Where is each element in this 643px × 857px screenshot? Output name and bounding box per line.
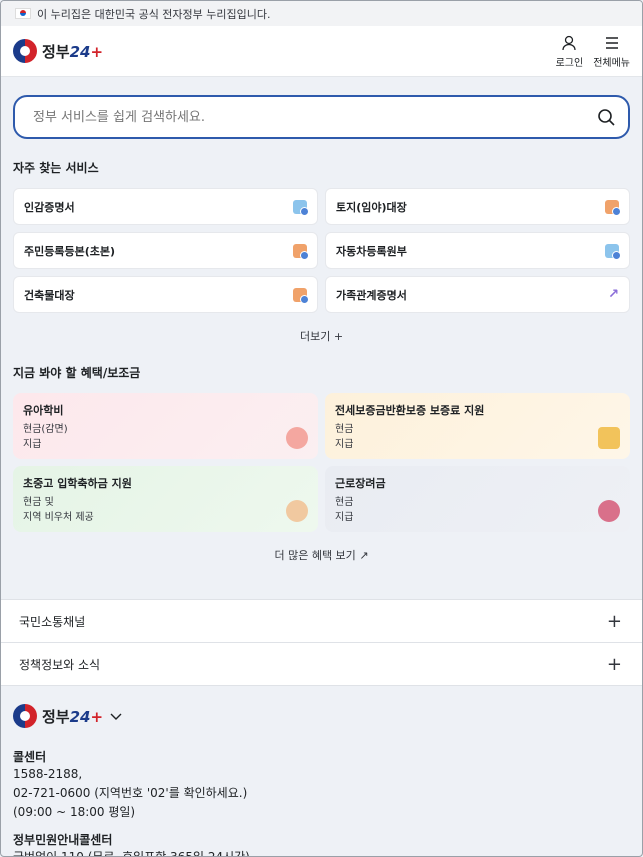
benefit-title: 전세보증금반환보증 보증료 지원 [335,404,485,417]
all-menu-button[interactable]: 전체메뉴 [593,34,630,69]
benefit-card-preschool[interactable]: 유아학비 현금(감면) 지급 [13,393,318,459]
gov24-logo[interactable]: 정부24+ [13,39,103,63]
child-icon [286,427,308,449]
footer-logo[interactable]: 정부24+ [13,704,630,728]
site-footer: 정부24+ 콜센터 1588-2188, 02-721-0600 (지역번호 '… [1,686,642,857]
service-label: 토지(임야)대장 [336,200,407,214]
login-label: 로그인 [555,57,584,69]
service-item-building-register[interactable]: 건축물대장 [13,276,318,313]
more-benefits-label: 더 많은 혜택 보기 [274,549,356,562]
search-input[interactable] [33,109,533,125]
document-orange-icon [605,199,621,216]
accordion-label: 국민소통채널 [19,614,86,629]
benefit-method: 지급 [335,512,354,523]
service-label: 자동차등록원부 [336,244,407,258]
external-link-icon: ↗ [359,549,369,562]
search-section [1,77,642,139]
logo-wordmark: 정부24+ [42,42,104,61]
document-orange-icon [293,287,309,304]
service-item-family-certificate[interactable]: 가족관계증명서 ↗ [325,276,630,313]
call-center-number-seoul: 02-721-0600 (지역번호 '02'를 확인하세요.) [13,786,248,800]
document-blue-icon [605,243,621,260]
accordion-policy-news[interactable]: 정책정보와 소식 + [1,643,642,686]
taegeuk-logo-icon [13,39,37,63]
service-item-land-register[interactable]: 토지(임야)대장 [325,188,630,225]
more-benefits-link[interactable]: 더 많은 혜택 보기 ↗ [1,547,642,563]
service-item-vehicle-register[interactable]: 자동차등록원부 [325,232,630,269]
official-notice-bar: 이 누리집은 대한민국 공식 전자정부 누리집입니다. [1,1,642,26]
document-orange-icon [293,243,309,260]
benefit-title: 근로장려금 [335,477,386,490]
benefit-method: 지급 [23,439,42,450]
korea-flag-icon [15,8,31,19]
service-item-resident-register[interactable]: 주민등록등본(초본) [13,232,318,269]
call-center-hours: (09:00 ~ 18:00 평일) [13,805,136,819]
external-link-icon: ↗ [608,287,619,302]
call-center-title: 콜센터 [13,750,47,764]
service-label: 주민등록등본(초본) [24,244,116,258]
header-actions: 로그인 전체메뉴 [556,34,630,69]
civil-call-center-title: 정부민원안내콜센터 [13,833,113,847]
benefit-type: 현금 [335,497,354,508]
user-icon [562,35,577,50]
search-box [13,95,630,139]
all-menu-label: 전체메뉴 [593,57,630,69]
more-label: 더보기 [299,330,331,343]
document-blue-icon [293,199,309,216]
accordion-label: 정책정보와 소식 [19,657,101,672]
search-icon[interactable] [596,107,616,127]
document-pen-icon [598,427,620,449]
benefit-card-school-entry[interactable]: 초중고 입학축하금 지원 현금 및 지역 비우처 제공 [13,466,318,532]
plus-icon: + [606,610,622,632]
benefits-grid: 유아학비 현금(감면) 지급 전세보증금반환보증 보증료 지원 현금 지급 초중… [1,393,642,532]
benefits-title: 지금 봐야 할 혜택/보조금 [13,366,141,380]
footer-wordmark: 정부24+ [42,707,104,726]
civil-call-center-number: 국번없이 110 (무료, 휴일포함 365일 24시간) [13,850,250,857]
hamburger-menu-icon [605,36,618,49]
benefit-type: 현금(감면) [23,424,68,435]
taegeuk-logo-icon [13,704,37,728]
benefit-method: 지급 [335,439,354,450]
frequent-services-title: 자주 찾는 서비스 [13,161,99,175]
call-center-number: 1588-2188, [13,767,83,781]
app-frame: 이 누리집은 대한민국 공식 전자정부 누리집입니다. 정부24+ 로그인 전체… [0,0,643,857]
official-notice-text: 이 누리집은 대한민국 공식 전자정부 누리집입니다. [37,7,271,21]
benefit-card-work-incentive[interactable]: 근로장려금 현금 지급 [325,466,630,532]
benefit-method: 지역 비우처 제공 [23,512,94,523]
benefit-type: 현금 및 [23,497,54,508]
frequent-services-grid: 인감증명서 토지(임야)대장 주민등록등본(초본) 자동차등록원부 건축물대장 … [1,188,642,313]
chevron-down-icon [110,713,122,720]
benefit-title: 초중고 입학축하금 지원 [23,477,132,490]
benefit-title: 유아학비 [23,404,64,417]
login-button[interactable]: 로그인 [555,34,584,69]
service-label: 인감증명서 [24,200,75,214]
plus-icon: + [333,330,344,343]
info-accordion: 국민소통채널 + 정책정보와 소식 + [1,599,642,686]
service-label: 건축물대장 [24,288,75,302]
service-label: 가족관계증명서 [336,288,407,302]
money-bag-icon [598,500,620,522]
site-header: 정부24+ 로그인 전체메뉴 [1,26,642,77]
celebrating-child-icon [286,500,308,522]
plus-icon: + [606,653,622,675]
benefit-type: 현금 [335,424,354,435]
service-item-seal-certificate[interactable]: 인감증명서 [13,188,318,225]
accordion-citizen-channel[interactable]: 국민소통채널 + [1,600,642,643]
benefit-card-deposit-guarantee[interactable]: 전세보증금반환보증 보증료 지원 현금 지급 [325,393,630,459]
more-services-link[interactable]: 더보기 + [1,328,642,344]
